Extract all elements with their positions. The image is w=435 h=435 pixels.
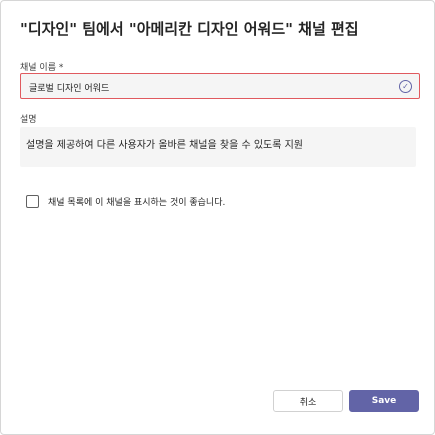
- description-value[interactable]: 설명을 제공하여 다른 사용자가 올바른 채널을 찾을 수 있도록 지원: [26, 136, 303, 151]
- show-in-list-label[interactable]: 채널 목록에 이 채널을 표시하는 것이 좋습니다.: [48, 195, 225, 208]
- save-button[interactable]: Save: [349, 390, 419, 412]
- channel-name-input[interactable]: 글로벌 디자인 어워드 ✓: [20, 73, 420, 99]
- cancel-button[interactable]: 취소: [273, 390, 343, 412]
- check-circle-icon: ✓: [399, 80, 412, 93]
- channel-name-value[interactable]: 글로벌 디자인 어워드: [29, 81, 109, 94]
- description-label: 설명: [20, 115, 37, 125]
- channel-name-label: 채널 이름 *: [20, 63, 64, 73]
- description-input[interactable]: 설명을 제공하여 다른 사용자가 올바른 채널을 찾을 수 있도록 지원: [20, 127, 416, 167]
- show-in-list-option[interactable]: 채널 목록에 이 채널을 표시하는 것이 좋습니다.: [26, 195, 225, 208]
- dialog-title: "디자인" 팀에서 "아메리칸 디자인 어워드" 채널 편집: [20, 20, 359, 38]
- edit-channel-dialog: "디자인" 팀에서 "아메리칸 디자인 어워드" 채널 편집 채널 이름 * 글…: [0, 0, 435, 435]
- show-in-list-checkbox[interactable]: [26, 195, 39, 208]
